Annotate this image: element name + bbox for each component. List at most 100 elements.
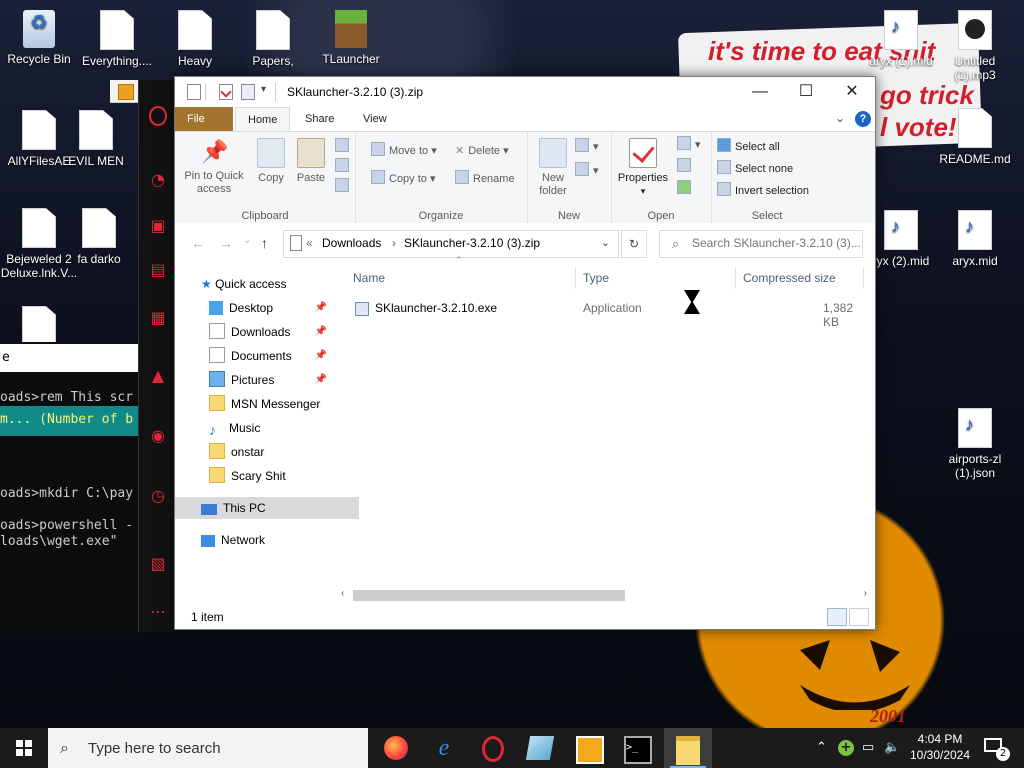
edit-button[interactable]: [677, 158, 695, 176]
paste-shortcut-button[interactable]: [335, 178, 353, 196]
desktop-icon-airports[interactable]: airports-zl (1).json: [936, 408, 1014, 480]
back-icon[interactable]: ←: [191, 235, 205, 251]
taskbar-app[interactable]: [516, 728, 564, 768]
pin-to-quick-access-button[interactable]: 📌 Pin to Quick access: [181, 138, 247, 196]
column-separator[interactable]: [575, 267, 576, 289]
nav-pictures[interactable]: Pictures 📌: [175, 369, 367, 391]
help-icon[interactable]: ?: [855, 111, 871, 127]
nav-onstar[interactable]: onstar: [175, 441, 367, 463]
select-all-button[interactable]: Select all: [717, 138, 780, 156]
address-bar[interactable]: « Downloads › SKlauncher-3.2.10 (3).zip …: [283, 230, 619, 258]
maximize-button[interactable]: ☐: [783, 77, 829, 107]
breadcrumb-separator[interactable]: ›: [392, 236, 396, 250]
scroll-left-icon[interactable]: ‹: [341, 588, 344, 599]
taskbar-file-explorer[interactable]: [664, 728, 712, 768]
crypto-wallet-icon[interactable]: ▦: [148, 308, 168, 328]
file-row[interactable]: SKlauncher-3.2.10.exe Application 1,382 …: [351, 297, 871, 329]
taskbar-media-player[interactable]: [564, 728, 612, 768]
desktop-icon-recycle-bin[interactable]: Recycle Bin: [0, 10, 78, 66]
clock[interactable]: 4:04 PM 10/30/2024: [900, 731, 980, 763]
history-icon[interactable]: ◷: [148, 486, 168, 506]
paste-button[interactable]: Paste: [293, 138, 329, 185]
nav-msn-messenger[interactable]: MSN Messenger: [175, 393, 367, 415]
desktop-icon-aryx-1[interactable]: aryx (1).mid: [862, 10, 940, 68]
volume-icon[interactable]: 🔈: [884, 740, 900, 755]
file-explorer-window[interactable]: ▾ SKlauncher-3.2.10 (3).zip — ☐ ✕ File H…: [174, 76, 876, 630]
large-icons-view-icon[interactable]: [849, 608, 869, 626]
player-icon[interactable]: ◉: [148, 426, 168, 446]
desktop-icon-heavy[interactable]: Heavy: [156, 10, 234, 68]
search-input[interactable]: [690, 235, 862, 251]
column-header-type[interactable]: Type: [583, 271, 609, 285]
nav-documents[interactable]: Documents 📌: [175, 345, 367, 367]
shopping-icon[interactable]: ▣: [148, 216, 168, 236]
taskbar-firefox[interactable]: [372, 728, 420, 768]
gallery-icon[interactable]: ▧: [148, 554, 168, 574]
new-item-button[interactable]: ▾: [575, 138, 599, 156]
desktop-icon-aryx[interactable]: aryx.mid: [936, 210, 1014, 268]
nav-desktop[interactable]: Desktop 📌: [175, 297, 367, 319]
opera-icon[interactable]: [149, 106, 167, 126]
easy-access-button[interactable]: ▾: [575, 162, 599, 180]
desktop-icon-untitled-mp3[interactable]: Untitled (1).mp3: [936, 10, 1014, 82]
desktop-icon-papers[interactable]: Papers,: [234, 10, 312, 68]
rename-button[interactable]: Rename: [455, 170, 515, 188]
desktop-icon-bejeweled[interactable]: Bejeweled 2 Deluxe.lnk.V...: [0, 208, 78, 280]
taskbar-search-box[interactable]: ⌕ Type here to search: [48, 728, 368, 768]
quick-access-dropdown-icon[interactable]: ▾: [261, 84, 266, 95]
desktop-icon-readme[interactable]: README.md: [936, 108, 1014, 166]
file-list[interactable]: ⌃ Name Type Compressed size SKlauncher-3…: [341, 255, 875, 593]
recent-locations-icon[interactable]: ⌄: [243, 235, 251, 246]
taskbar-opera[interactable]: [468, 728, 516, 768]
nav-scary-shit[interactable]: Scary Shit: [175, 465, 367, 487]
network-icon[interactable]: ▭: [862, 740, 874, 755]
nav-downloads[interactable]: Downloads 📌: [175, 321, 367, 343]
nav-network[interactable]: Network: [175, 529, 359, 551]
title-bar[interactable]: ▾ SKlauncher-3.2.10 (3).zip — ☐ ✕: [175, 77, 875, 107]
properties-icon[interactable]: [219, 84, 233, 100]
tab-view[interactable]: View: [351, 107, 399, 131]
update-icon[interactable]: +: [838, 740, 854, 756]
notification-center-button[interactable]: 2: [984, 738, 1010, 761]
start-button[interactable]: [0, 728, 48, 768]
minimize-button[interactable]: —: [737, 77, 783, 107]
tab-share[interactable]: Share: [293, 107, 346, 131]
breadcrumb-zip[interactable]: SKlauncher-3.2.10 (3).zip: [404, 236, 540, 250]
forward-icon[interactable]: →: [219, 235, 233, 251]
desktop-icon-tlauncher[interactable]: TLauncher: [312, 10, 390, 66]
search-box[interactable]: ⌕: [659, 230, 863, 258]
copy-to-button[interactable]: Copy to ▾: [371, 170, 436, 188]
twitch-icon[interactable]: ▤: [148, 260, 168, 280]
close-button[interactable]: ✕: [829, 77, 875, 107]
aria-icon[interactable]: ▲: [148, 366, 168, 386]
speed-dial-icon[interactable]: ◔: [148, 170, 168, 190]
column-separator[interactable]: [735, 267, 736, 289]
move-to-button[interactable]: Move to ▾: [371, 142, 437, 160]
refresh-button[interactable]: ↻: [621, 230, 647, 258]
invert-selection-button[interactable]: Invert selection: [717, 182, 809, 200]
desktop-icon-darko[interactable]: fa darko: [72, 208, 126, 266]
address-dropdown-icon[interactable]: ⌄: [601, 236, 610, 249]
breadcrumb-downloads[interactable]: Downloads: [322, 236, 381, 250]
open-button[interactable]: ▾: [677, 136, 701, 154]
nav-music[interactable]: ♪ Music: [175, 417, 367, 439]
history-button[interactable]: [677, 180, 695, 198]
column-separator[interactable]: [863, 267, 864, 289]
console-window[interactable]: e oads>rem This scr m... (Number of b oa…: [0, 344, 140, 634]
taskbar-edge[interactable]: e: [420, 728, 468, 768]
scroll-right-icon[interactable]: ›: [864, 588, 867, 599]
desktop-icon-everything[interactable]: Everything....: [78, 10, 156, 68]
desktop-icon-partial[interactable]: [0, 306, 78, 342]
scrollbar-thumb[interactable]: [353, 590, 625, 601]
up-icon[interactable]: ↑: [261, 235, 268, 251]
new-folder-button[interactable]: New folder: [535, 138, 571, 198]
cut-button[interactable]: [335, 138, 353, 156]
taskbar-terminal[interactable]: >_: [612, 728, 660, 768]
collapse-ribbon-icon[interactable]: ⌄: [835, 111, 845, 125]
tab-home[interactable]: Home: [235, 107, 291, 132]
copy-button[interactable]: Copy: [253, 138, 289, 185]
copy-path-button[interactable]: [335, 158, 353, 176]
breadcrumb-overflow[interactable]: «: [306, 236, 313, 250]
column-header-name[interactable]: Name: [353, 271, 385, 285]
tab-file[interactable]: File: [175, 107, 233, 131]
